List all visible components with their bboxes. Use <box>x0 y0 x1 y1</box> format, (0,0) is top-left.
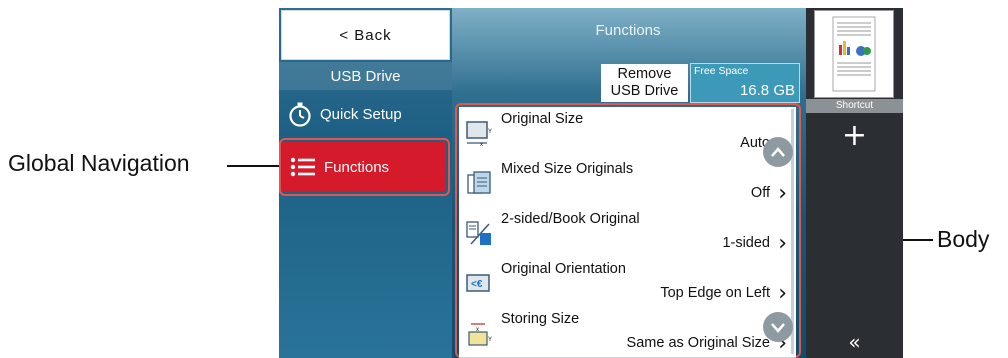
chevron-right-icon: › <box>778 231 787 256</box>
chevron-right-icon: › <box>778 281 787 306</box>
storing-size-icon: xY <box>465 319 493 347</box>
chevron-down-icon <box>771 323 785 333</box>
item-name: 2-sided/Book Original <box>501 211 640 227</box>
free-space-value: 16.8 GB <box>739 82 795 99</box>
svg-text:Y: Y <box>488 129 492 135</box>
preview-thumbnail[interactable] <box>814 10 894 98</box>
list-item-original-orientation[interactable]: <€ Original Orientation Top Edge on Left… <box>459 257 796 309</box>
orientation-icon: <€ <box>465 269 493 297</box>
svg-text:x: x <box>480 142 483 147</box>
remove-label-line1: Remove <box>617 66 672 82</box>
device-screen: < Back USB Drive Quick Setup Functions F… <box>279 8 903 358</box>
remove-label-line2: USB Drive <box>610 83 679 99</box>
list-item-mixed-size-originals[interactable]: Mixed Size Originals Off › <box>459 157 796 209</box>
scroll-down-button[interactable] <box>763 312 793 342</box>
global-navigation: < Back USB Drive Quick Setup Functions <box>279 8 452 358</box>
item-value: Same as Original Size <box>626 335 770 351</box>
svg-text:Y: Y <box>488 337 492 343</box>
free-space-label: Free Space <box>694 65 749 77</box>
item-value: Top Edge on Left <box>660 285 770 301</box>
item-value: 1-sided <box>722 235 770 251</box>
global-navigation-highlight <box>279 138 450 196</box>
right-panel: Shortcut + « <box>806 8 903 358</box>
item-value: Off <box>750 185 770 201</box>
scroll-up-button[interactable] <box>763 137 793 167</box>
item-name: Mixed Size Originals <box>501 161 634 177</box>
list-item-2-sided-book-original[interactable]: 2-sided/Book Original 1-sided › <box>459 207 796 259</box>
item-name: Original Orientation <box>501 261 626 277</box>
free-space-indicator: Free Space 16.8 GB <box>690 63 800 103</box>
original-size-icon: xY <box>465 119 493 148</box>
double-chevron-left-icon[interactable]: « <box>806 330 903 354</box>
shortcut-label: Shortcut <box>806 99 903 113</box>
item-name: Storing Size <box>501 311 580 327</box>
sidebar-item-quick-setup[interactable]: Quick Setup <box>279 92 452 136</box>
back-button[interactable]: < Back <box>281 10 450 60</box>
chevron-right-icon: › <box>778 181 787 206</box>
item-name: Original Size <box>501 111 584 127</box>
plus-icon[interactable]: + <box>806 118 903 153</box>
function-list[interactable]: xY Original Size Auto Mixed Size Origina… <box>459 107 796 358</box>
global-navigation-callout-line <box>227 165 279 167</box>
list-item-storing-size[interactable]: xY Storing Size Same as Original Size › <box>459 307 796 358</box>
page-title: Functions <box>595 22 661 39</box>
stopwatch-icon <box>287 101 313 127</box>
svg-text:<€: <€ <box>471 279 483 290</box>
body-callout: Body <box>937 226 990 252</box>
list-item-original-size[interactable]: xY Original Size Auto <box>459 107 796 159</box>
two-sided-icon <box>465 219 493 247</box>
mixed-size-icon <box>465 169 493 197</box>
chevron-up-icon <box>771 147 785 157</box>
global-navigation-callout: Global Navigation <box>8 150 190 176</box>
sidebar-item-label: Quick Setup <box>320 105 402 123</box>
usb-drive-label: USB Drive <box>279 62 452 90</box>
remove-usb-drive-button[interactable]: Remove USB Drive <box>601 64 688 102</box>
